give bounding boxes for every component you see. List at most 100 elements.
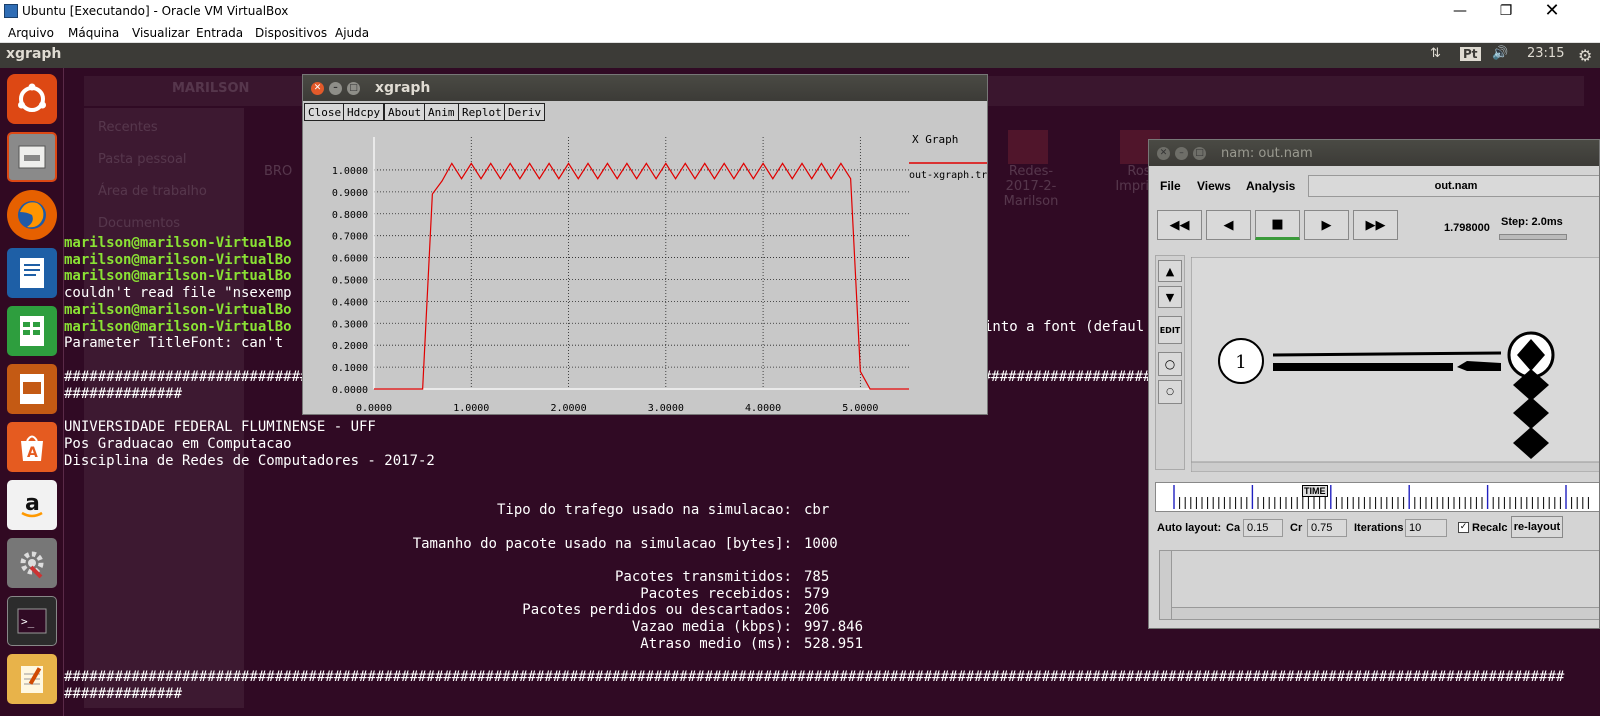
zoom-out-icon[interactable]: ▼ (1158, 286, 1182, 308)
virtualbox-app-icon (4, 4, 18, 18)
node-label: 1 (1235, 352, 1246, 373)
close-icon[interactable]: ✕ (1529, 0, 1575, 23)
maximize-icon[interactable]: □ (1193, 147, 1206, 160)
about-button[interactable]: About (384, 103, 426, 121)
nam-menu-analysis[interactable]: Analysis (1246, 179, 1295, 193)
stat-label: Pacotes recebidos: (640, 586, 792, 602)
nam-step-label: Step: 2.0ms (1501, 216, 1563, 228)
nam-window[interactable]: ✕ – □ nam: out.nam File Views Analysis o… (1148, 139, 1600, 629)
anim-button[interactable]: Anim (424, 103, 459, 121)
terminal-prompt-line: marilson@marilson-VirtualBo (64, 268, 292, 284)
xgraph-window-title: xgraph (375, 80, 431, 96)
stat-label: Atraso medio (ms): (640, 636, 792, 652)
recalc-label: Recalc (1472, 522, 1508, 534)
libreoffice-calc-icon[interactable] (7, 306, 57, 356)
network-icon[interactable]: ⇅ (1430, 46, 1441, 61)
stop-icon[interactable]: ■ (1255, 210, 1300, 240)
bg-item-1: Redes-2017-2-Marilson (1003, 164, 1059, 209)
stat-label: Tamanho do pacote usado na simulacao [by… (412, 536, 792, 552)
terminal-prompt-line: marilson@marilson-VirtualBo (64, 319, 292, 335)
edit-tool-button[interactable]: EDIT (1158, 316, 1182, 344)
legend-label: out-xgraph.tr (909, 170, 987, 181)
restore-icon[interactable]: ❐ (1483, 0, 1529, 23)
menu-entrada[interactable]: Entrada (196, 26, 243, 40)
minimize-icon[interactable]: – (1175, 147, 1188, 160)
timeline-marker[interactable]: TIME (1302, 485, 1328, 497)
chart-title: X Graph (912, 133, 958, 146)
small-circle-icon[interactable]: ○ (1158, 380, 1182, 404)
relayout-button[interactable]: re-layout (1511, 516, 1563, 538)
cr-input[interactable]: 0.75 (1307, 519, 1347, 537)
clock[interactable]: 23:15 (1527, 46, 1564, 61)
iterations-input[interactable]: 10 (1405, 519, 1447, 537)
ubuntu-software-icon[interactable]: A (7, 422, 57, 472)
vbox-titlebar: Ubuntu [Executando] - Oracle VM VirtualB… (0, 0, 1600, 23)
y-tick-label: 1.0000 (332, 166, 368, 177)
nam-menu-file[interactable]: File (1160, 179, 1181, 193)
circle-node-icon[interactable]: ○ (1158, 352, 1182, 376)
menu-ajuda[interactable]: Ajuda (335, 26, 369, 40)
system-settings-icon[interactable] (7, 538, 57, 588)
x-tick-label: 2.0000 (550, 403, 586, 414)
fast-forward-icon[interactable]: ▶▶ (1353, 210, 1398, 240)
timeline-slider[interactable]: TIME (1155, 482, 1599, 512)
amazon-icon[interactable]: a (7, 480, 57, 530)
terminal-font-fragment: into a font (defaul (984, 319, 1145, 335)
hdcpy-button[interactable]: Hdcpy (343, 103, 385, 121)
menu-dispositivos[interactable]: Dispositivos (255, 26, 327, 40)
terminal-prompt-line: marilson@marilson-VirtualBo (64, 235, 292, 251)
play-forward-icon[interactable]: ▶ (1304, 210, 1349, 240)
close-icon[interactable]: ✕ (1157, 147, 1170, 160)
menu-arquivo[interactable]: Arquivo (8, 26, 54, 40)
play-backward-icon[interactable]: ◀ (1206, 210, 1251, 240)
canvas-hscrollbar[interactable] (1191, 461, 1600, 472)
y-tick-label: 0.3000 (332, 319, 368, 330)
nam-canvas[interactable]: 1 (1191, 257, 1600, 472)
close-button[interactable]: Close (304, 103, 346, 121)
replot-button[interactable]: Replot (458, 103, 506, 121)
annotation-hscrollbar[interactable] (1172, 607, 1599, 619)
annotation-panel[interactable] (1159, 550, 1599, 620)
terminal-prompt-line: marilson@marilson-VirtualBo (64, 302, 292, 318)
recalc-checkbox[interactable]: ✓ (1458, 522, 1469, 533)
nam-edit-toolbar: ▲ ▼ EDIT ○ ○ (1155, 255, 1185, 470)
xgraph-window[interactable]: ✕ – □ xgraph Close Hdcpy About Anim Repl… (302, 74, 988, 415)
power-gear-icon[interactable]: ⚙ (1578, 46, 1592, 65)
rewind-icon[interactable]: ◀◀ (1157, 210, 1202, 240)
libreoffice-writer-icon[interactable] (7, 248, 57, 298)
stat-label: Vazao media (kbps): (631, 619, 792, 635)
keyboard-layout-indicator[interactable]: Pt (1460, 47, 1481, 61)
volume-icon[interactable]: 🔊 (1492, 46, 1508, 61)
minimize-icon[interactable]: – (329, 82, 342, 95)
annotation-vscrollbar[interactable] (1160, 551, 1172, 619)
menu-visualizar[interactable]: Visualizar (132, 26, 190, 40)
files-icon[interactable] (7, 132, 57, 182)
step-slider[interactable] (1499, 234, 1567, 240)
maximize-icon[interactable]: □ (347, 82, 360, 95)
firefox-icon[interactable] (7, 190, 57, 240)
x-tick-label: 3.0000 (648, 403, 684, 414)
stat-value: 579 (804, 586, 830, 602)
minimize-icon[interactable]: — (1437, 0, 1483, 23)
y-tick-label: 0.7000 (332, 232, 368, 243)
close-icon[interactable]: ✕ (311, 82, 324, 95)
unity-launcher: A a >_ (0, 68, 64, 716)
zoom-in-icon[interactable]: ▲ (1158, 260, 1182, 282)
deriv-button[interactable]: Deriv (504, 103, 546, 121)
series-line (374, 162, 909, 390)
terminal-error-line: couldn't read file "nsexemp (64, 285, 292, 301)
y-tick-label: 0.6000 (332, 254, 368, 265)
libreoffice-impress-icon[interactable] (7, 364, 57, 414)
menu-maquina[interactable]: Máquina (68, 26, 119, 40)
terminal-param-line: Parameter TitleFont: can't (64, 335, 284, 351)
text-editor-icon[interactable] (7, 654, 57, 704)
y-tick-label: 0.5000 (332, 275, 368, 286)
nam-titlebar[interactable]: ✕ – □ nam: out.nam (1149, 140, 1599, 166)
stat-label: Pacotes perdidos ou descartados: (522, 602, 792, 618)
xgraph-titlebar[interactable]: ✕ – □ xgraph (303, 75, 987, 101)
ca-input[interactable]: 0.15 (1243, 519, 1283, 537)
cr-label: Cr (1290, 522, 1303, 534)
terminal-icon[interactable]: >_ (7, 596, 57, 646)
ubuntu-dash-icon[interactable] (7, 74, 57, 124)
nam-menu-views[interactable]: Views (1197, 179, 1231, 193)
